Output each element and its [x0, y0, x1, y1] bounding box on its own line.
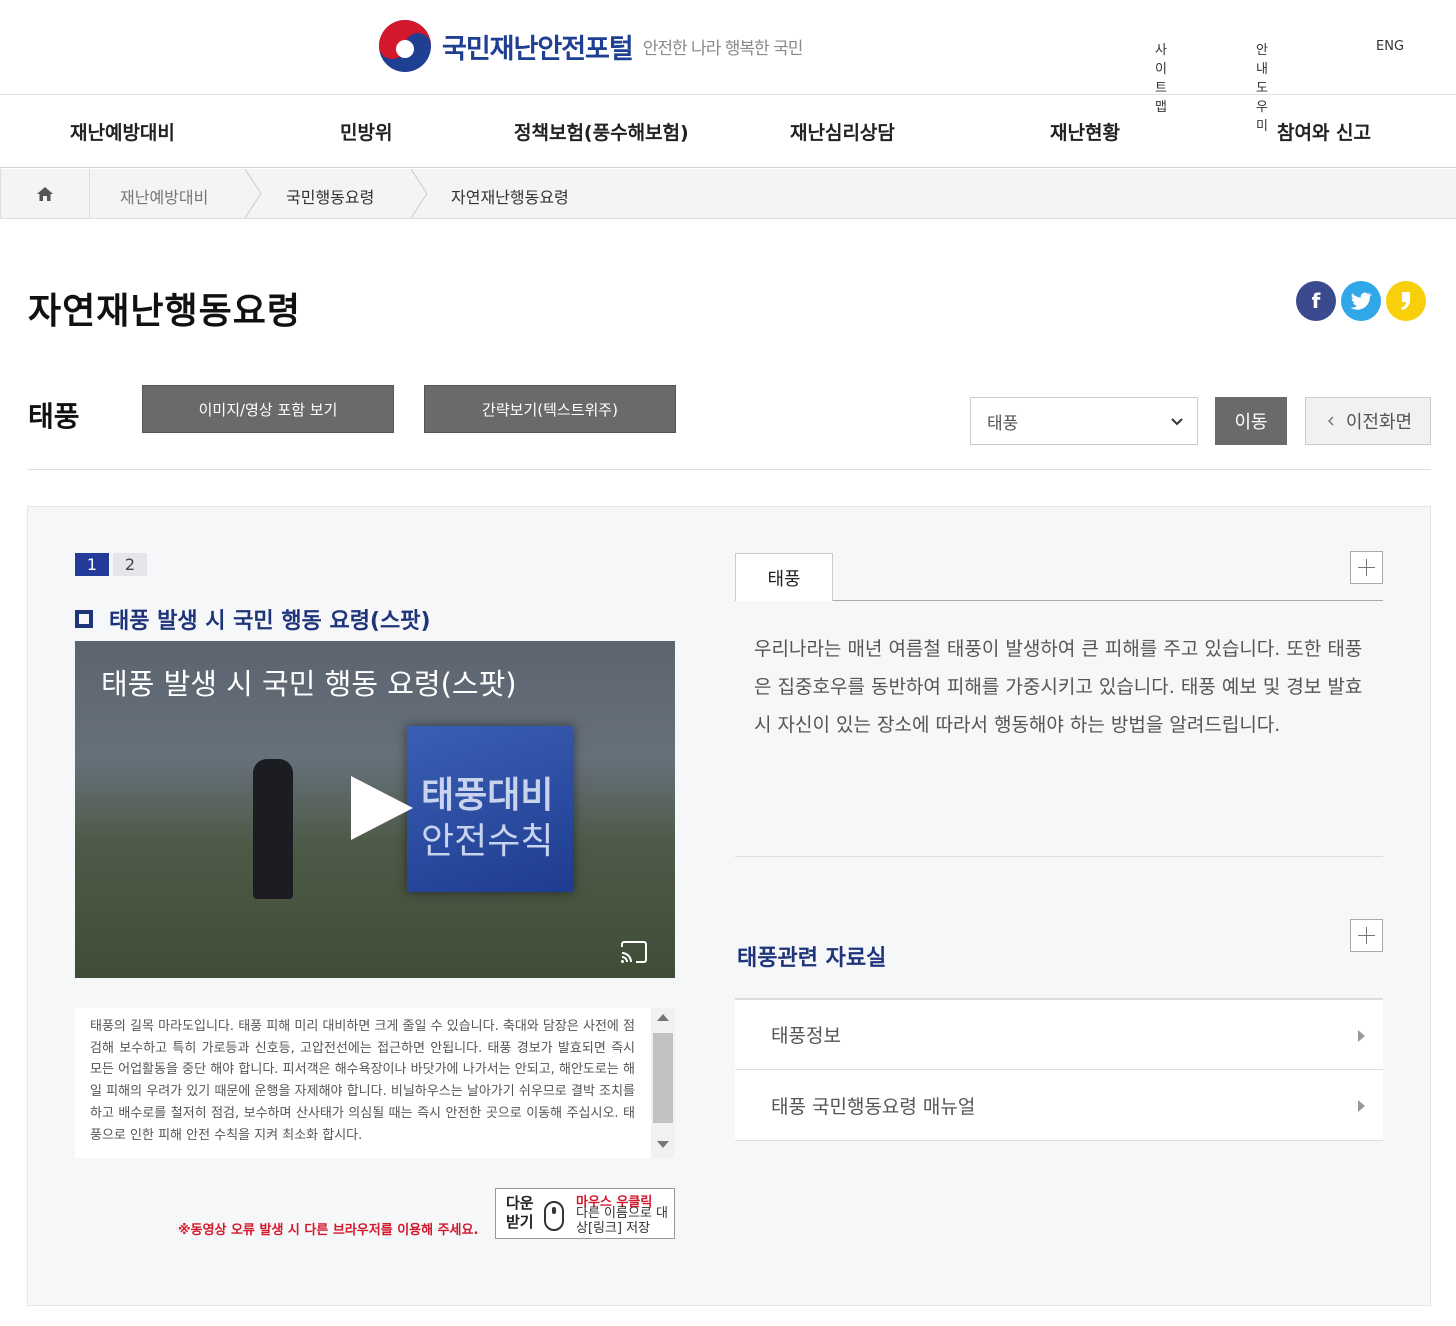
breadcrumb-level-1[interactable]: 재난예방대비 [120, 184, 208, 208]
mouse-icon [544, 1201, 564, 1231]
site-logo[interactable]: 국민재난안전포털 안전한 나라 행복한 국민 [378, 19, 804, 73]
related-title: 태풍관련 자료실 [737, 946, 887, 971]
thumb-title-line-1: 태풍대비 [421, 775, 554, 816]
related-item-manual[interactable]: 태풍 국민행동요령 매뉴얼 [735, 1069, 1383, 1141]
related-item-label: 태풍 국민행동요령 매뉴얼 [771, 1095, 976, 1118]
related-more-plus-icon[interactable] [1350, 919, 1383, 952]
video-caption: 태풍 발생 시 국민 행동 요령(스팟) [101, 667, 517, 701]
site-slogan: 안전한 나라 행복한 국민 [642, 38, 804, 59]
disaster-type-select[interactable]: 태풍 [970, 397, 1198, 445]
related-list: 태풍정보 태풍 국민행동요령 매뉴얼 [735, 998, 1383, 1141]
twitter-share-icon[interactable] [1341, 281, 1381, 321]
arrow-right-icon [1358, 1100, 1365, 1112]
tab-typhoon[interactable]: 태풍 [735, 553, 833, 601]
gnb-item-counseling[interactable]: 재난심리상담 [790, 118, 895, 145]
right-divider [735, 856, 1383, 857]
related-item-label: 태풍정보 [771, 1025, 841, 1047]
breadcrumb: 재난예방대비 국민행동요령 자연재난행동요령 [0, 169, 1456, 219]
video-transcript[interactable]: 태풍의 길목 마라도입니다. 태풍 피해 미리 대비하면 크게 줄일 수 있습니… [75, 1008, 675, 1158]
kakaostory-share-icon[interactable] [1386, 281, 1426, 321]
video-heading: 태풍 발생 시 국민 행동 요령(스팟) [75, 603, 431, 635]
gnb-item-participation[interactable]: 참여와 신고 [1277, 118, 1371, 145]
square-bullet-icon [75, 610, 93, 628]
breadcrumb-separator-icon [410, 169, 428, 218]
site-title: 국민재난안전포털 [442, 33, 634, 65]
chevron-left-icon [1327, 416, 1334, 426]
video-player[interactable]: 태풍대비 안전수칙 태풍 발생 시 국민 행동 요령(스팟) [75, 641, 675, 978]
chevron-down-icon [1171, 418, 1183, 426]
download-label: 다운받기 [506, 1194, 534, 1231]
reporter-figure [253, 759, 293, 899]
tab-underline [833, 600, 1383, 601]
more-plus-icon[interactable] [1350, 551, 1383, 584]
typhoon-intro-text: 우리나라는 매년 여름철 태풍이 발생하여 큰 피해를 주고 있습니다. 또한 … [754, 638, 1363, 736]
transcript-scrollbar[interactable] [651, 1008, 675, 1158]
breadcrumb-separator-icon [244, 169, 262, 218]
controls-divider [28, 469, 1431, 470]
select-value: 태풍 [987, 413, 1019, 434]
video-thumbnail-card: 태풍대비 안전수칙 [407, 726, 573, 892]
facebook-share-icon[interactable]: f [1296, 281, 1336, 321]
view-simple-button[interactable]: 간략보기(텍스트위주) [424, 385, 676, 433]
page-title: 자연재난행동요령 [28, 291, 301, 332]
english-link[interactable]: ENG [1376, 39, 1404, 54]
play-icon[interactable] [351, 776, 413, 840]
gnb-item-status[interactable]: 재난현황 [1050, 118, 1120, 145]
taegeuk-emblem-icon [379, 20, 431, 72]
main-navigation: 재난예방대비 민방위 정책보험(풍수해보험) 재난심리상담 재난현황 참여와 신… [0, 96, 1456, 168]
related-item-typhoon-info[interactable]: 태풍정보 [735, 998, 1383, 1070]
back-button[interactable]: 이전화면 [1305, 397, 1431, 445]
home-icon[interactable] [0, 169, 90, 218]
browser-notice: ※동영상 오류 발생 시 다른 브라우저를 이용해 주세요. [178, 1223, 479, 1238]
gnb-item-insurance[interactable]: 정책보험(풍수해보험) [514, 118, 689, 145]
download-box[interactable]: 다운받기 마우스 우클릭 다른 이름으로 대상[링크] 저장 [495, 1188, 675, 1239]
transcript-text: 태풍의 길목 마라도입니다. 태풍 피해 미리 대비하면 크게 줄일 수 있습니… [90, 1019, 635, 1143]
go-button[interactable]: 이동 [1215, 397, 1287, 445]
page-1-button[interactable]: 1 [75, 553, 109, 576]
top-header: 국민재난안전포털 안전한 나라 행복한 국민 사이트맵 안내도우미 ENG [0, 0, 1456, 134]
gnb-item-prevention[interactable]: 재난예방대비 [70, 118, 175, 145]
scroll-thumb[interactable] [653, 1033, 673, 1123]
page-2-button[interactable]: 2 [113, 553, 147, 576]
arrow-right-icon [1358, 1030, 1365, 1042]
scroll-up-icon[interactable] [657, 1014, 669, 1021]
view-full-button[interactable]: 이미지/영상 포함 보기 [142, 385, 394, 433]
gnb-item-civil-defense[interactable]: 민방위 [340, 118, 392, 145]
back-button-label: 이전화면 [1345, 412, 1413, 433]
scroll-down-icon[interactable] [657, 1141, 669, 1148]
section-name: 태풍 [28, 400, 80, 433]
video-heading-text: 태풍 발생 시 국민 행동 요령(스팟) [109, 609, 431, 634]
breadcrumb-level-2[interactable]: 국민행동요령 [286, 184, 374, 208]
thumb-title-line-2: 안전수칙 [421, 821, 554, 862]
download-hint-text: 다른 이름으로 대상[링크] 저장 [576, 1206, 668, 1236]
breadcrumb-current: 자연재난행동요령 [451, 188, 569, 207]
video-pager: 1 2 [75, 553, 151, 576]
cast-icon[interactable] [620, 941, 648, 963]
